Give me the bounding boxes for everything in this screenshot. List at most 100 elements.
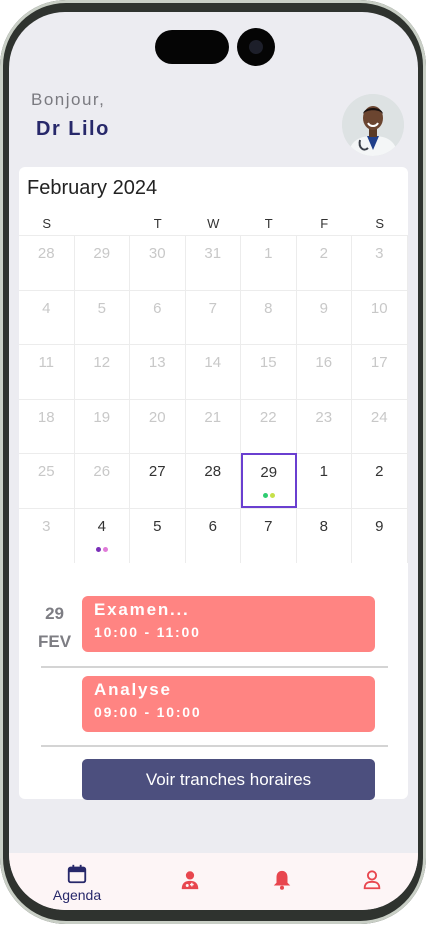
calendar-day[interactable]: 14 bbox=[185, 344, 241, 399]
bell-icon bbox=[273, 870, 291, 890]
event-indicator bbox=[75, 547, 130, 553]
nav-profile[interactable] bbox=[321, 853, 418, 910]
day-number: 13 bbox=[148, 354, 166, 372]
calendar-day[interactable]: 10 bbox=[352, 289, 408, 345]
weekday-label: S bbox=[375, 216, 385, 231]
calendar-day[interactable]: 2 bbox=[352, 453, 408, 508]
calendar-day[interactable]: 7 bbox=[241, 508, 297, 563]
calendar-day[interactable]: 6 bbox=[185, 508, 241, 563]
calendar-icon bbox=[67, 864, 87, 884]
calendar-day[interactable]: 16 bbox=[296, 344, 352, 399]
doctor-icon bbox=[181, 871, 199, 890]
day-number: 1 bbox=[319, 463, 328, 481]
day-number: 3 bbox=[375, 245, 384, 262]
calendar-day[interactable]: 8 bbox=[296, 508, 352, 563]
event-day: 29 bbox=[45, 604, 64, 623]
day-number: 7 bbox=[264, 518, 273, 535]
calendar-day[interactable]: 15 bbox=[241, 344, 297, 399]
day-number: 4 bbox=[42, 299, 51, 317]
calendar-day[interactable]: 3 bbox=[352, 235, 408, 290]
event-indicator bbox=[243, 493, 295, 499]
event-dot bbox=[95, 547, 101, 552]
calendar-day[interactable]: 24 bbox=[352, 398, 408, 454]
day-number: 24 bbox=[370, 408, 388, 426]
day-number: 28 bbox=[204, 463, 222, 481]
day-number: 17 bbox=[370, 354, 388, 372]
calendar-day[interactable]: 21 bbox=[185, 398, 241, 454]
calendar-day[interactable]: 7 bbox=[185, 289, 241, 345]
app-screen: Bonjour, Dr Lilo February 2024 STWTFS 28… bbox=[9, 12, 418, 910]
month-title: February 2024 bbox=[27, 177, 158, 199]
day-number: 21 bbox=[204, 408, 222, 426]
event-title: Analyse bbox=[94, 680, 172, 699]
calendar-day[interactable]: 9 bbox=[352, 508, 408, 563]
calendar-day[interactable]: 29 bbox=[74, 235, 130, 290]
event-dot bbox=[262, 493, 268, 499]
calendar-day[interactable]: 27 bbox=[130, 453, 186, 508]
weekday-label: T bbox=[264, 216, 273, 231]
calendar-day[interactable]: 22 bbox=[241, 398, 297, 454]
day-number: 2 bbox=[375, 463, 384, 481]
calendar-day[interactable]: 9 bbox=[296, 289, 352, 345]
day-number: 8 bbox=[264, 299, 273, 317]
event-date: 29 FEV bbox=[38, 600, 71, 656]
calendar-day[interactable]: 28 bbox=[185, 453, 241, 508]
calendar-day[interactable]: 6 bbox=[130, 289, 186, 345]
calendar-day[interactable]: 5 bbox=[74, 289, 130, 345]
event-card[interactable]: Analyse 09:00 - 10:00 bbox=[82, 676, 375, 732]
event-divider bbox=[41, 745, 388, 747]
calendar-day[interactable]: 13 bbox=[130, 344, 186, 399]
calendar-day[interactable]: 4 bbox=[19, 289, 75, 345]
day-number: 5 bbox=[153, 518, 162, 535]
day-number: 10 bbox=[370, 299, 388, 317]
event-divider bbox=[41, 666, 388, 668]
weekday-label: F bbox=[320, 216, 329, 231]
calendar-day[interactable]: 23 bbox=[296, 398, 352, 454]
nav-agenda[interactable]: Agenda bbox=[26, 853, 128, 910]
event-card[interactable]: Examen... 10:00 - 11:00 bbox=[82, 596, 375, 652]
nav-agenda-label: Agenda bbox=[52, 887, 102, 903]
calendar-day[interactable]: 30 bbox=[130, 235, 186, 290]
calendar-day[interactable]: 2 bbox=[296, 235, 352, 290]
event-month: FEV bbox=[38, 632, 72, 651]
nav-notifications[interactable] bbox=[231, 853, 333, 910]
day-number: 20 bbox=[148, 408, 166, 426]
calendar-day[interactable]: 20 bbox=[130, 398, 186, 454]
avatar[interactable] bbox=[342, 94, 404, 156]
day-number: 3 bbox=[42, 518, 51, 535]
day-number: 4 bbox=[97, 518, 106, 535]
calendar-day[interactable]: 1 bbox=[296, 453, 352, 508]
calendar-day[interactable]: 3 bbox=[19, 508, 75, 563]
calendar-day[interactable]: 5 bbox=[130, 508, 186, 563]
weekday-label: S bbox=[42, 216, 52, 231]
calendar-day[interactable]: 12 bbox=[74, 344, 130, 399]
day-number: 5 bbox=[97, 299, 106, 317]
day-number: 29 bbox=[93, 245, 111, 262]
event-dot bbox=[269, 493, 275, 499]
calendar-day[interactable]: 8 bbox=[241, 289, 297, 345]
nav-doctor[interactable] bbox=[139, 853, 241, 910]
event-time: 09:00 - 10:00 bbox=[94, 704, 202, 720]
calendar-day[interactable]: 28 bbox=[19, 235, 75, 290]
day-number: 7 bbox=[208, 299, 217, 317]
calendar-day[interactable]: 18 bbox=[19, 398, 75, 454]
day-number: 31 bbox=[204, 245, 222, 262]
calendar-day[interactable]: 11 bbox=[19, 344, 75, 399]
day-number: 16 bbox=[315, 354, 333, 372]
calendar-day[interactable]: 26 bbox=[74, 453, 130, 508]
bottom-nav: Agenda bbox=[9, 853, 418, 910]
calendar-day[interactable]: 4 bbox=[74, 508, 130, 563]
day-number: 19 bbox=[93, 408, 111, 426]
event-title: Examen... bbox=[94, 600, 190, 619]
day-number: 8 bbox=[319, 518, 328, 535]
greeting-text: Bonjour, bbox=[31, 90, 106, 109]
calendar-day-selected[interactable]: 29 bbox=[241, 453, 297, 508]
calendar-day[interactable]: 17 bbox=[352, 344, 408, 399]
day-number: 26 bbox=[93, 463, 111, 481]
calendar-day[interactable]: 1 bbox=[241, 235, 297, 290]
calendar-day[interactable]: 31 bbox=[185, 235, 241, 290]
phone-mockup: Bonjour, Dr Lilo February 2024 STWTFS 28… bbox=[0, 0, 433, 926]
calendar-day[interactable]: 25 bbox=[19, 453, 75, 508]
view-time-slots-button[interactable]: Voir tranches horaires bbox=[82, 759, 375, 800]
calendar-day[interactable]: 19 bbox=[74, 398, 130, 454]
